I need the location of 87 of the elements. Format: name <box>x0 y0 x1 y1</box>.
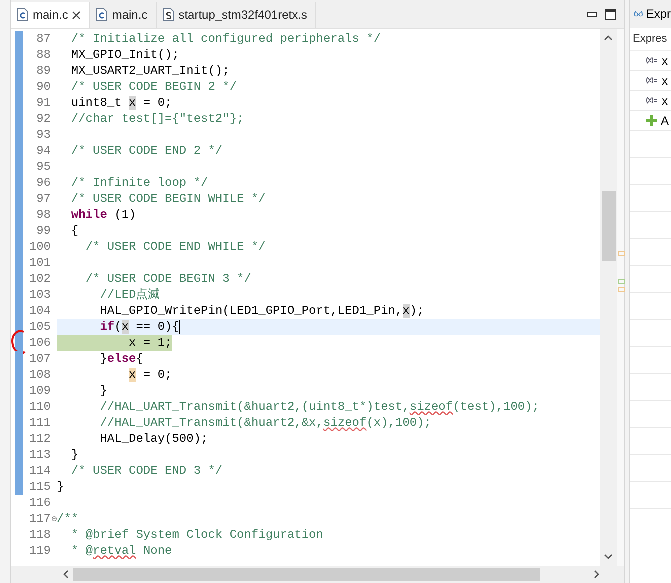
code-line: /* USER CODE BEGIN WHILE */ <box>70 191 266 207</box>
code-line: //char test[]={"test2"}; <box>70 111 244 127</box>
code-line: /* Infinite loop */ <box>70 175 208 191</box>
line-number: 119 <box>28 544 51 558</box>
scrollbar-thumb[interactable] <box>602 191 616 261</box>
expression-name[interactable]: A <box>661 114 670 128</box>
line-number: 103 <box>28 288 51 302</box>
line-number: 114 <box>28 464 51 478</box>
editor-tab[interactable]: main.c <box>90 2 157 28</box>
line-number: 109 <box>28 384 51 398</box>
scroll-right-icon[interactable] <box>594 570 600 579</box>
line-number: 88 <box>36 48 51 62</box>
line-number: 100 <box>28 240 51 254</box>
line-number: 110 <box>28 400 51 414</box>
line-number: 116 <box>28 496 51 510</box>
line-number: 117 <box>28 512 51 526</box>
line-number: 99 <box>36 224 51 238</box>
line-number: 89 <box>36 64 51 78</box>
code-line: x = 0; <box>128 367 172 383</box>
line-number: 112 <box>28 432 51 446</box>
code-line: //HAL_UART_Transmit(&huart2,(uint8_t*)test,sizeof(test),100); <box>99 399 540 415</box>
code-line: while (1) <box>70 207 136 223</box>
c-file-icon <box>96 8 108 22</box>
code-line: } <box>70 447 79 463</box>
line-number: 92 <box>36 112 51 126</box>
column-header: Expres <box>630 28 671 51</box>
code-line: { <box>70 223 79 239</box>
c-file-icon <box>17 8 29 22</box>
scrollbar-thumb[interactable] <box>73 568 540 581</box>
line-number: 90 <box>36 80 51 94</box>
line-number: 108 <box>28 368 51 382</box>
assembly-file-icon <box>162 8 175 22</box>
line-number: 97 <box>36 192 51 206</box>
variable-icon <box>646 57 658 64</box>
line-number: 107 <box>28 352 51 366</box>
code-line: * @retval None <box>70 543 172 559</box>
line-number: 101 <box>28 256 51 270</box>
variable-icon <box>646 77 658 84</box>
code-line: /* USER CODE END 2 */ <box>70 143 223 159</box>
expression-name[interactable]: x <box>662 74 668 88</box>
code-line: HAL_GPIO_WritePin(LED1_GPIO_Port,LED1_Pin,x); <box>99 303 424 319</box>
line-number: 113 <box>28 448 51 462</box>
fold-icon[interactable] <box>52 515 57 523</box>
editor-tab[interactable]: main.c <box>11 2 90 28</box>
line-number: 111 <box>28 416 51 430</box>
code-line: /* USER CODE BEGIN 2 */ <box>70 79 238 95</box>
scroll-down-icon[interactable] <box>604 554 613 560</box>
expression-name[interactable]: x <box>662 94 668 108</box>
expression-name[interactable]: x <box>662 54 668 68</box>
scroll-up-icon[interactable] <box>604 35 613 41</box>
line-number: 105 <box>28 320 51 334</box>
line-number: 93 <box>36 128 51 142</box>
code-line: HAL_Delay(500); <box>99 431 208 447</box>
plus-icon[interactable] <box>646 115 657 126</box>
code-line: //HAL_UART_Transmit(&huart2,&x,sizeof(x),100); <box>99 415 432 431</box>
line-number: 115 <box>28 480 51 494</box>
code-line: } <box>99 383 108 399</box>
code-line: uint8_t x = 0; <box>70 95 172 111</box>
line-number: 87 <box>36 32 51 46</box>
code-line: * @brief System Clock Configuration <box>70 527 324 543</box>
minimize-icon[interactable] <box>587 12 597 18</box>
code-line: /* USER CODE END 3 */ <box>70 463 223 479</box>
variable-icon <box>646 97 658 104</box>
code-line: /* USER CODE BEGIN 3 */ <box>84 271 252 287</box>
line-number: 102 <box>28 272 51 286</box>
code-line: /** <box>57 511 79 527</box>
line-number: 95 <box>36 160 51 174</box>
line-number: 98 <box>36 208 51 222</box>
code-line: MX_GPIO_Init(); <box>70 47 180 63</box>
maximize-icon[interactable] <box>605 9 616 20</box>
line-number: 96 <box>36 176 51 190</box>
code-line: //LED点滅 <box>99 287 160 303</box>
line-number: 118 <box>28 528 51 542</box>
view-tab[interactable]: Expr <box>630 0 671 28</box>
editor-tab[interactable]: startup_stm32f401retx.s <box>156 2 316 28</box>
code-line: } <box>57 479 64 495</box>
line-number: 106 <box>28 336 51 350</box>
line-number: 94 <box>36 144 51 158</box>
code-line: /* USER CODE END WHILE */ <box>84 239 266 255</box>
line-number: 104 <box>28 304 51 318</box>
code-line: }else{ <box>99 351 144 367</box>
close-icon[interactable] <box>72 10 82 20</box>
code-line: MX_USART2_UART_Init(); <box>70 63 230 79</box>
code-line: /* Initialize all configured peripherals */ <box>70 31 382 47</box>
glasses-icon <box>634 9 644 19</box>
scroll-left-icon[interactable] <box>63 570 69 579</box>
line-number: 91 <box>36 96 51 110</box>
